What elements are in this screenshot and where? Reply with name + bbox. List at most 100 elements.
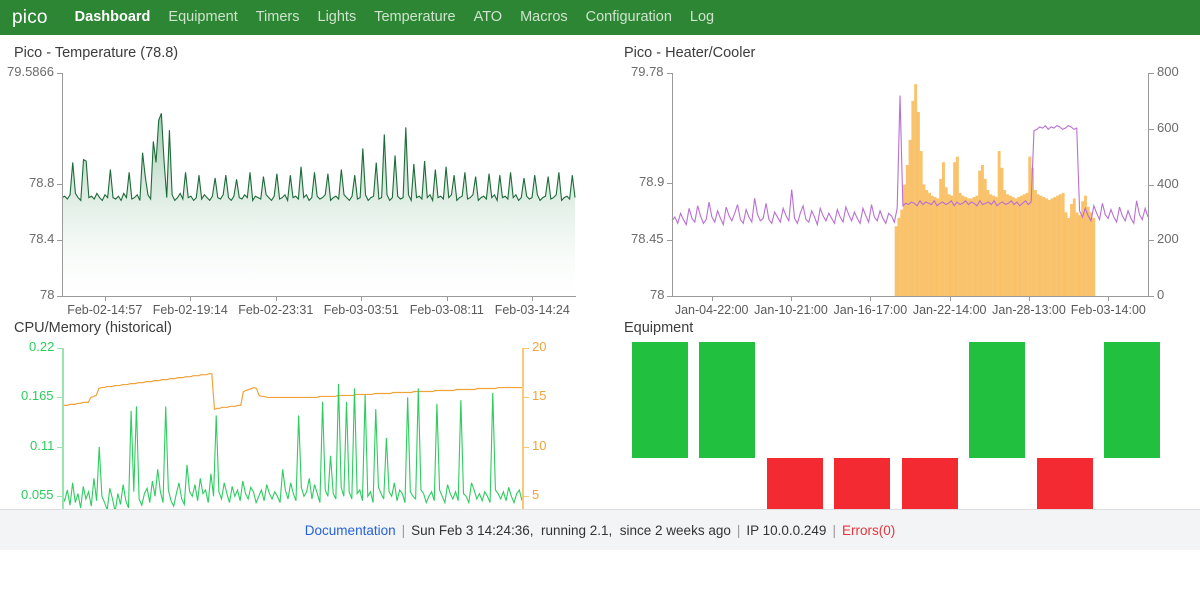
x-axis-tick-label: Jan-28-13:00 bbox=[992, 303, 1066, 317]
footer-separator-2: | bbox=[736, 522, 741, 538]
axis-line bbox=[870, 296, 871, 301]
x-axis-tick-label: Feb-02-23:31 bbox=[238, 303, 314, 317]
axis-line bbox=[667, 183, 672, 184]
chart-temperature[interactable]: 79.5866 78.8 78.4 78 Feb-02-14:57 Feb-02-19:1… bbox=[0, 63, 600, 328]
axis-line bbox=[524, 447, 529, 448]
equipment-bar-2[interactable] bbox=[699, 342, 756, 458]
axis-tick-label: 0.11 bbox=[30, 437, 55, 453]
temperature-plot-svg bbox=[61, 113, 576, 296]
nav-item-macros[interactable]: Macros bbox=[511, 0, 577, 35]
axis-tick-label: 78.9 bbox=[639, 174, 665, 190]
panel-temperature: Pico - Temperature (78.8) 79.5866 78.8 78.… bbox=[0, 45, 600, 335]
axis-line bbox=[1149, 185, 1154, 186]
axis-line bbox=[524, 496, 529, 497]
axis-line bbox=[276, 296, 277, 301]
heater-cooler-plot-svg bbox=[671, 84, 1149, 297]
axis-line bbox=[1149, 296, 1154, 297]
errors-link[interactable]: Errors(0) bbox=[842, 523, 895, 538]
nav-item-equipment[interactable]: Equipment bbox=[159, 0, 246, 35]
panel-heater-cooler: Pico - Heater/Cooler 79.78 78.9 78.45 78 800… bbox=[610, 45, 1200, 335]
axis-tick-label: 15 bbox=[532, 388, 547, 404]
axis-tick-label: 0 bbox=[1157, 287, 1165, 302]
panel-title-temperature: Pico - Temperature (78.8) bbox=[14, 45, 179, 61]
axis-tick-label: 5 bbox=[532, 487, 540, 503]
axis-line bbox=[672, 73, 673, 297]
nav-item-configuration[interactable]: Configuration bbox=[577, 0, 681, 35]
brand-logo[interactable]: pico bbox=[10, 7, 48, 29]
axis-line bbox=[672, 296, 1149, 297]
axis-line bbox=[57, 496, 62, 497]
axis-line bbox=[1149, 129, 1154, 130]
panel-title-cpu-memory: CPU/Memory (historical) bbox=[14, 320, 172, 336]
axis-tick-label: 0.055 bbox=[21, 487, 54, 503]
axis-line bbox=[62, 73, 63, 297]
axis-line bbox=[1149, 240, 1154, 241]
axis-line bbox=[190, 296, 191, 301]
dashboard-content: Pico - Temperature (78.8) 79.5866 78.8 78.… bbox=[0, 35, 1200, 550]
axis-tick-label: 800 bbox=[1157, 64, 1179, 79]
x-axis-tick-label: Feb-02-19:14 bbox=[152, 303, 228, 317]
axis-tick-label: 78 bbox=[650, 287, 665, 302]
axis-line bbox=[447, 296, 448, 301]
axis-line bbox=[524, 397, 529, 398]
axis-line bbox=[524, 348, 529, 349]
nav-item-dashboard[interactable]: Dashboard bbox=[66, 0, 160, 35]
axis-line bbox=[57, 397, 62, 398]
axis-line bbox=[532, 296, 533, 301]
axis-line bbox=[57, 240, 62, 241]
axis-line bbox=[62, 296, 576, 297]
x-axis-tick-label: Feb-02-14:57 bbox=[67, 303, 143, 317]
axis-tick-label: 20 bbox=[532, 339, 547, 354]
axis-line bbox=[57, 296, 62, 297]
axis-tick-label: 200 bbox=[1157, 231, 1179, 247]
axis-line bbox=[57, 73, 62, 74]
equipment-bar-6[interactable] bbox=[969, 342, 1026, 458]
x-axis-tick-label: Feb-03-14:24 bbox=[494, 303, 570, 317]
documentation-link[interactable]: Documentation bbox=[305, 523, 396, 538]
equipment-bar-8[interactable] bbox=[1104, 342, 1160, 458]
x-axis-tick-label: Jan-22-14:00 bbox=[912, 303, 987, 317]
x-axis-tick-label: Feb-03-08:11 bbox=[409, 303, 484, 317]
axis-tick-label: 78 bbox=[40, 287, 55, 302]
nav-item-timers[interactable]: Timers bbox=[247, 0, 309, 35]
footer-ip-address: IP 10.0.0.249 bbox=[746, 522, 827, 538]
axis-line bbox=[361, 296, 362, 301]
nav-item-lights[interactable]: Lights bbox=[309, 0, 366, 35]
axis-line bbox=[950, 296, 951, 301]
axis-tick-label: 78.4 bbox=[29, 230, 55, 246]
nav-item-ato[interactable]: ATO bbox=[465, 0, 511, 35]
x-axis-tick-label: Jan-10-21:00 bbox=[754, 303, 828, 317]
axis-line bbox=[1108, 296, 1109, 301]
axis-line bbox=[667, 73, 672, 74]
axis-tick-label: 0.22 bbox=[29, 339, 55, 354]
x-axis-tick-label: Feb-03-14:00 bbox=[1070, 303, 1146, 317]
axis-line bbox=[791, 296, 792, 301]
panel-title-heater-cooler: Pico - Heater/Cooler bbox=[624, 45, 756, 61]
axis-line bbox=[105, 296, 106, 301]
equipment-bar-1[interactable] bbox=[632, 342, 688, 458]
axis-line bbox=[667, 240, 672, 241]
axis-tick-label: 0.165 bbox=[21, 388, 54, 404]
axis-tick-label: 400 bbox=[1157, 175, 1179, 191]
axis-tick-label: 10 bbox=[532, 437, 547, 453]
chart-equipment[interactable] bbox=[610, 340, 1200, 535]
axis-tick-label: 600 bbox=[1157, 119, 1179, 135]
x-axis-tick-label: Jan-04-22:00 bbox=[674, 303, 749, 317]
footer-separator-3: | bbox=[832, 522, 836, 538]
nav-item-temperature[interactable]: Temperature bbox=[365, 0, 464, 35]
chart-heater-cooler[interactable]: 79.78 78.9 78.45 78 800 600 400 200 0 Jan-04-22:0… bbox=[610, 63, 1200, 328]
axis-line bbox=[62, 348, 64, 522]
axis-line bbox=[1029, 296, 1030, 301]
axis-tick-label: 78.8 bbox=[29, 174, 55, 190]
x-axis-tick-label: Feb-03-03:51 bbox=[323, 303, 399, 317]
axis-line bbox=[1149, 73, 1154, 74]
footer-status-text: Sun Feb 3 14:24:36, running 2.1, since 2… bbox=[411, 522, 731, 538]
footer-separator-1: | bbox=[401, 522, 406, 538]
status-footer: Documentation | Sun Feb 3 14:24:36, runn… bbox=[0, 509, 1200, 550]
nav-item-log[interactable]: Log bbox=[681, 0, 723, 35]
x-axis-tick-label: Jan-16-17:00 bbox=[833, 303, 908, 317]
top-navigation-bar: pico Dashboard Equipment Timers Lights T… bbox=[0, 0, 1200, 35]
axis-tick-label: 79.78 bbox=[631, 64, 664, 79]
panel-title-equipment: Equipment bbox=[624, 320, 694, 336]
axis-line bbox=[57, 447, 62, 448]
